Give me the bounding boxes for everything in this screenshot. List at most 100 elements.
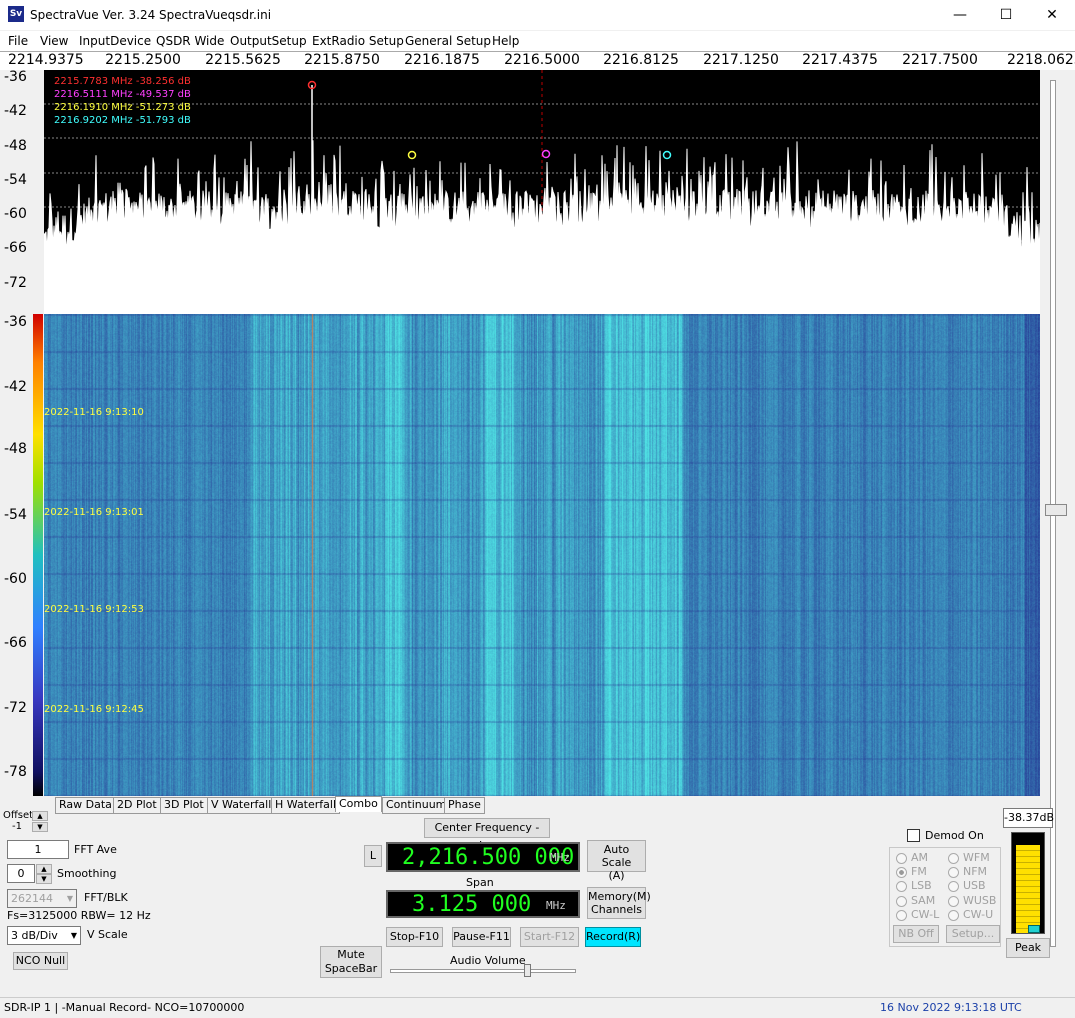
freq-tick: 2217.7500 [902,52,978,68]
waterfall-y-label: -54 [4,507,27,523]
mode-nfm[interactable]: NFM [948,865,987,878]
tab-continuum[interactable]: Continuum [382,797,451,814]
radio-icon [896,852,907,864]
menu-file[interactable]: File [8,34,28,48]
smoothing-down-button[interactable]: ▼ [36,874,52,884]
menu-general-setup[interactable]: General Setup [405,34,491,48]
audio-volume-slider[interactable] [390,969,576,973]
vscale-label: V Scale [87,928,128,941]
nco-null-button[interactable]: NCO Null [13,952,68,970]
menu-extradio-setup[interactable]: ExtRadio Setup [312,34,404,48]
marker-4-icon[interactable] [662,150,672,160]
tab-raw-data[interactable]: Raw Data [55,797,116,814]
freq-tick: 2217.1250 [703,52,779,68]
spectrum-y-label: -60 [4,206,27,222]
radio-icon [948,909,959,921]
offset-down-button[interactable]: ▼ [32,822,48,832]
menu-inputdevice[interactable]: InputDevice [79,34,151,48]
chevron-down-icon: ▼ [70,931,77,940]
radio-icon [896,895,907,907]
waterfall-y-label: -66 [4,635,27,651]
offset-up-button[interactable]: ▲ [32,811,48,821]
nb-off-button[interactable]: NB Off [893,925,939,943]
spectrum-y-label: -48 [4,138,27,154]
freq-tick: 2216.1875 [404,52,480,68]
tab-3d-plot[interactable]: 3D Plot [160,797,208,814]
title-bar: Sv SpectraVue Ver. 3.24 SpectraVueqsdr.i… [0,0,1075,30]
vertical-slider-thumb[interactable] [1045,504,1067,516]
demod-on-label: Demod On [925,829,984,842]
spectrum-plot[interactable]: 2215.7783 MHz -38.256 dB 2216.5111 MHz -… [44,70,1040,314]
fft-ave-input[interactable]: 1 [7,840,69,859]
start-button[interactable]: Start-F12 [520,927,579,947]
waterfall-timestamp: 2022-11-16 9:12:53 [44,604,144,615]
peak-meter-cursor [1028,925,1040,933]
auto-scale-button[interactable]: Auto Scale (A) [587,840,646,882]
memory-channels-button[interactable]: Memory(M) Channels [587,887,651,919]
marker-readout-3: 2216.1910 MHz -51.273 dB [54,102,191,113]
smoothing-input[interactable]: 0 [7,864,35,883]
center-frequency-value: 2,216.500 000 [402,845,575,870]
fft-blk-select[interactable]: 262144 ▼ [7,889,77,908]
center-frequency-display[interactable]: 2,216.500 000 MHz [386,842,580,872]
radio-icon [948,852,959,864]
marker-2-icon[interactable] [541,149,551,159]
center-frequency-button[interactable]: Center Frequency - Ins [424,818,550,852]
l-button[interactable]: L [364,845,382,867]
demod-on-checkbox[interactable] [907,829,920,842]
spectrum-trace [44,70,1040,314]
menu-view[interactable]: View [40,34,68,48]
menu-outputsetup[interactable]: OutputSetup [230,34,307,48]
mode-wusb[interactable]: WUSB [948,894,996,907]
mode-wfm[interactable]: WFM [948,851,990,864]
tab-phase[interactable]: Phase [444,797,485,814]
center-frequency-unit: MHz [550,851,570,864]
peak-button[interactable]: Peak [1006,938,1050,958]
audio-volume-label: Audio Volume [450,954,526,967]
tab-2d-plot[interactable]: 2D Plot [113,797,161,814]
app-icon: Sv [8,6,24,22]
vscale-select[interactable]: 3 dB/Div ▼ [7,926,81,945]
audio-volume-thumb[interactable] [524,964,531,977]
waterfall-timestamp: 2022-11-16 9:12:45 [44,704,144,715]
waterfall-y-label: -78 [4,764,27,780]
tab-combo[interactable]: Combo [335,796,382,812]
offset-label: Offset [3,810,34,821]
marker-3-icon[interactable] [407,150,417,160]
peak-meter-fill [1016,845,1040,933]
setup-button[interactable]: Setup... [946,925,1000,943]
mode-sam[interactable]: SAM [896,894,935,907]
mode-usb[interactable]: USB [948,879,986,892]
vscale-value: 3 dB/Div [11,929,58,942]
menu-help[interactable]: Help [492,34,519,48]
tab-v-waterfall[interactable]: V Waterfall [207,797,276,814]
pause-button[interactable]: Pause-F11 [452,927,511,947]
minimize-button[interactable]: — [937,0,983,30]
status-datetime: 16 Nov 2022 9:13:18 UTC [880,1001,1022,1014]
waterfall-y-label: -48 [4,441,27,457]
fft-blk-value: 262144 [11,892,53,905]
close-button[interactable]: ✕ [1029,0,1075,30]
status-left-text: SDR-IP 1 | -Manual Record- NCO=10700000 [4,1001,245,1014]
maximize-button[interactable]: ☐ [983,0,1029,30]
mode-am[interactable]: AM [896,851,928,864]
span-display[interactable]: 3.125 000 MHz [386,890,580,918]
smoothing-up-button[interactable]: ▲ [36,864,52,874]
menu-qsdr-wide[interactable]: QSDR Wide [156,34,224,48]
waterfall-y-label: -36 [4,314,27,330]
radio-icon [948,895,959,907]
mode-cw-u[interactable]: CW-U [948,908,993,921]
stop-button[interactable]: Stop-F10 [386,927,443,947]
status-bar: SDR-IP 1 | -Manual Record- NCO=10700000 … [0,997,1075,1018]
mode-cw-l[interactable]: CW-L [896,908,939,921]
waterfall-display[interactable] [44,314,1040,796]
spectrum-y-label: -66 [4,240,27,256]
spectrum-y-label: -36 [4,69,27,85]
freq-tick: 2215.8750 [304,52,380,68]
mute-button[interactable]: Mute SpaceBar [320,946,382,978]
freq-tick: 2216.5000 [504,52,580,68]
tab-h-waterfall[interactable]: H Waterfall [271,797,341,814]
mode-lsb[interactable]: LSB [896,879,932,892]
record-button[interactable]: Record(R) [585,927,641,947]
mode-fm[interactable]: FM [896,865,927,878]
